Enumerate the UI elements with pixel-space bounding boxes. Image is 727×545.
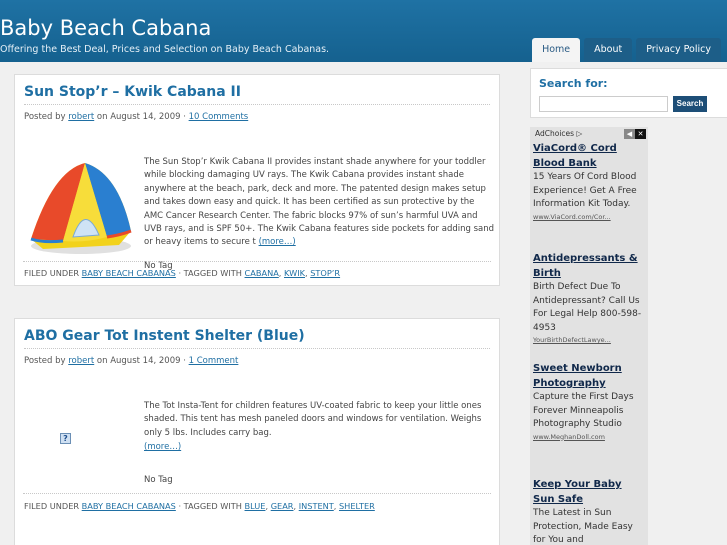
- post-meta: Posted by robert on August 14, 2009 · 1 …: [24, 356, 238, 366]
- main-nav: Home About Privacy Policy: [532, 38, 721, 62]
- filed-under-label: FILED UNDER: [24, 501, 80, 511]
- no-tag-text: No Tag: [144, 475, 173, 485]
- post-footer: FILED UNDER BABY BEACH CABANAS · TAGGED …: [24, 501, 375, 511]
- tagged-with-label: · TAGGED WITH: [178, 501, 242, 511]
- adchoices-label[interactable]: AdChoices ▷: [535, 129, 582, 138]
- comments-link[interactable]: 1 Comment: [189, 356, 239, 366]
- search-input[interactable]: [539, 96, 668, 112]
- main-content: Sun Stop’r – Kwik Cabana II Posted by ro…: [0, 62, 516, 545]
- ad-text: Birth Defect Due To Antidepressant? Call…: [533, 282, 642, 333]
- read-more-wrap: (more…): [144, 441, 494, 454]
- tag-link[interactable]: CABANA: [245, 268, 279, 278]
- ad-item[interactable]: Antidepressants & Birth Birth Defect Due…: [533, 251, 645, 345]
- post-text: The Sun Stop’r Kwik Cabana II provides i…: [144, 157, 495, 248]
- ad-text: 15 Years Of Cord Blood Experience! Get A…: [533, 172, 637, 209]
- post-date: on August 14, 2009 ·: [96, 112, 186, 122]
- divider: [23, 493, 491, 494]
- close-icon[interactable]: ✕: [635, 129, 646, 139]
- tag-link[interactable]: BLUE: [245, 501, 266, 511]
- read-more-link[interactable]: (more…): [144, 442, 181, 452]
- nav-privacy-policy[interactable]: Privacy Policy: [636, 38, 721, 62]
- author-link[interactable]: robert: [68, 112, 94, 122]
- site-header: Baby Beach Cabana Offering the Best Deal…: [0, 0, 727, 62]
- ad-title[interactable]: Sweet Newborn Photography: [533, 361, 645, 391]
- tag-link[interactable]: STOP’R: [310, 268, 340, 278]
- posted-by-label: Posted by: [24, 356, 66, 366]
- nav-about[interactable]: About: [584, 38, 633, 62]
- ad-url[interactable]: www.MeghanDoll.com: [533, 432, 645, 442]
- tag-link[interactable]: SHELTER: [339, 501, 375, 511]
- divider: [23, 261, 491, 262]
- ad-title[interactable]: ViaCord® Cord Blood Bank: [533, 141, 645, 171]
- ad-url[interactable]: www.ViaCord.com/Cor...: [533, 212, 645, 222]
- broken-image-icon[interactable]: ?: [60, 433, 71, 444]
- ad-info-icon[interactable]: ◀: [624, 129, 635, 139]
- divider: [24, 348, 490, 349]
- ad-item[interactable]: Keep Your Baby Sun Safe The Latest in Su…: [533, 477, 645, 545]
- post-title[interactable]: ABO Gear Tot Instent Shelter (Blue): [24, 328, 305, 344]
- post: Sun Stop’r – Kwik Cabana II Posted by ro…: [14, 74, 500, 286]
- ad-text: The Latest in Sun Protection, Made Easy …: [533, 508, 633, 545]
- tagged-with-label: · TAGGED WITH: [178, 268, 242, 278]
- ad-block: AdChoices ▷ ◀ ✕ ViaCord® Cord Blood Bank…: [530, 127, 648, 545]
- ad-text: Capture the First Days Forever Minneapol…: [533, 392, 634, 429]
- tag-link[interactable]: KWIK: [284, 268, 305, 278]
- post-footer: FILED UNDER BABY BEACH CABANAS · TAGGED …: [24, 268, 341, 278]
- site-title[interactable]: Baby Beach Cabana: [0, 16, 211, 40]
- category-link[interactable]: BABY BEACH CABANAS: [82, 501, 176, 511]
- comments-link[interactable]: 10 Comments: [189, 112, 249, 122]
- post-text: The Tot Insta-Tent for children features…: [144, 401, 482, 438]
- sidebar: Search for: Search AdChoices ▷ ◀ ✕ ViaCo…: [527, 62, 727, 545]
- category-link[interactable]: BABY BEACH CABANAS: [82, 268, 176, 278]
- ad-url[interactable]: YourBirthDefectLawye...: [533, 335, 645, 345]
- adchoices-icon: ▷: [576, 129, 583, 138]
- ad-title[interactable]: Antidepressants & Birth: [533, 251, 645, 281]
- tag-link[interactable]: GEAR: [271, 501, 294, 511]
- post-meta: Posted by robert on August 14, 2009 · 10…: [24, 112, 248, 122]
- filed-under-label: FILED UNDER: [24, 268, 80, 278]
- ad-title[interactable]: Keep Your Baby Sun Safe: [533, 477, 645, 507]
- search-button[interactable]: Search: [673, 96, 707, 112]
- search-label: Search for:: [539, 77, 608, 90]
- post-excerpt: The Tot Insta-Tent for children features…: [144, 400, 494, 440]
- author-link[interactable]: robert: [68, 356, 94, 366]
- post-excerpt: The Sun Stop’r Kwik Cabana II provides i…: [144, 156, 494, 250]
- ad-item[interactable]: ViaCord® Cord Blood Bank 15 Years Of Cor…: [533, 141, 645, 222]
- post-title[interactable]: Sun Stop’r – Kwik Cabana II: [24, 84, 241, 100]
- read-more-link[interactable]: (more…): [259, 237, 296, 247]
- tag-link[interactable]: INSTENT: [299, 501, 334, 511]
- posted-by-label: Posted by: [24, 112, 66, 122]
- ad-item[interactable]: Sweet Newborn Photography Capture the Fi…: [533, 361, 645, 442]
- search-widget: Search for: Search: [530, 68, 727, 118]
- divider: [24, 104, 490, 105]
- site-description: Offering the Best Deal, Prices and Selec…: [0, 44, 330, 55]
- cabana-tent-image[interactable]: [23, 151, 136, 264]
- adchoices-text: AdChoices: [535, 129, 575, 138]
- nav-home[interactable]: Home: [532, 38, 581, 62]
- post-date: on August 14, 2009 ·: [96, 356, 186, 366]
